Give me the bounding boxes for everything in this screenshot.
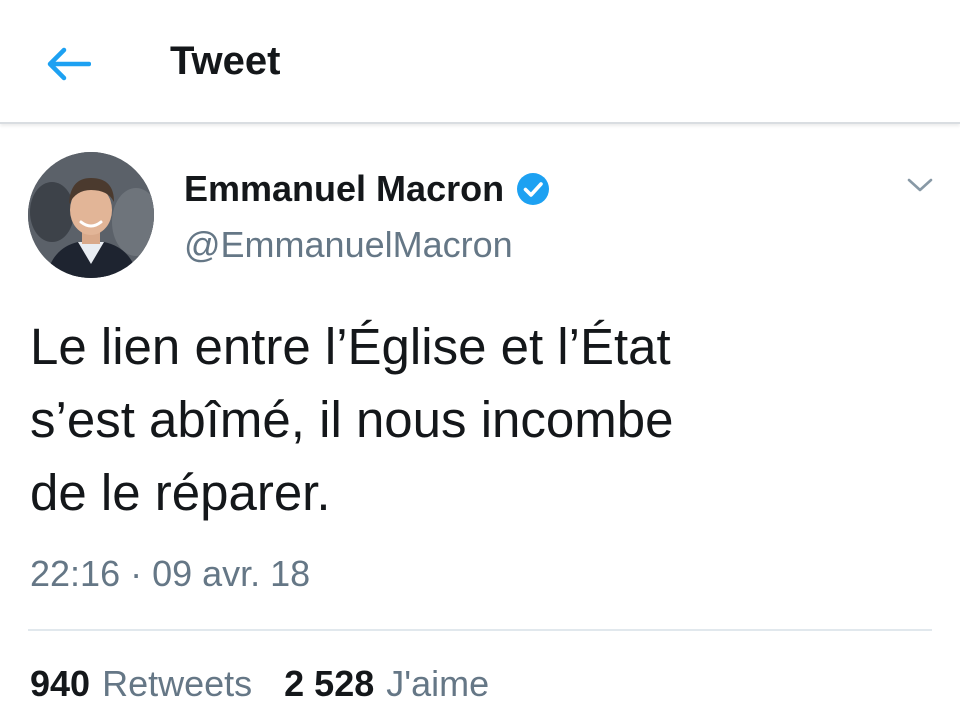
author-name[interactable]: Emmanuel Macron (184, 168, 550, 210)
tweet-text-line: de le réparer. (30, 464, 331, 521)
retweets-stat[interactable]: 940 Retweets (30, 662, 252, 706)
back-button[interactable] (40, 36, 96, 92)
tweet-timestamp: 22:16 · 09 avr. 18 (30, 553, 311, 594)
profile-photo (28, 152, 154, 278)
tweet-text-line: Le lien entre l’Église et l’État (30, 318, 671, 375)
top-app-bar: Tweet (0, 0, 960, 124)
likes-label: J'aime (386, 663, 490, 704)
tweet-menu-button[interactable] (900, 170, 940, 200)
tweet-text: Le lien entre l’Église et l’État s’est a… (30, 310, 910, 529)
verified-badge-icon (516, 172, 550, 206)
tweet-text-line: s’est abîmé, il nous incombe (30, 391, 674, 448)
page-title: Tweet (170, 39, 281, 83)
author-handle[interactable]: @EmmanuelMacron (184, 224, 513, 266)
likes-count: 2 528 (284, 663, 375, 704)
retweets-count: 940 (30, 663, 91, 704)
arrow-left-icon (47, 47, 91, 81)
author-name-text: Emmanuel Macron (184, 168, 505, 209)
likes-stat[interactable]: 2 528 J'aime (284, 662, 489, 706)
divider (28, 629, 932, 631)
tweet-stats: 940 Retweets 2 528 J'aime (30, 662, 521, 706)
avatar[interactable] (28, 152, 154, 278)
retweets-label: Retweets (102, 663, 253, 704)
chevron-down-icon (907, 178, 933, 192)
